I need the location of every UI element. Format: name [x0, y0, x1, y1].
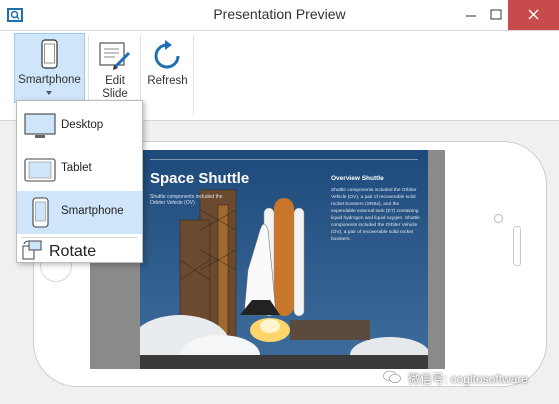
rotate-menu-item[interactable]: Rotate [17, 239, 142, 261]
phone-speaker [513, 226, 521, 266]
slide-title-rule [150, 159, 418, 160]
ribbon-divider [193, 35, 194, 115]
watermark-text: 微信号: cogitosoftware [408, 372, 529, 386]
edit-slide-button[interactable]: Edit Slide [95, 33, 135, 101]
wechat-icon [383, 370, 401, 383]
close-icon [528, 9, 539, 20]
refresh-icon [154, 40, 180, 69]
slide-preview: Space Shuttle Shuttle components include… [140, 150, 428, 369]
menu-divider [21, 237, 137, 238]
menu-item-desktop[interactable]: Desktop [17, 105, 142, 148]
refresh-button[interactable]: Refresh [145, 33, 190, 101]
menu-item-label: Tablet [61, 162, 92, 174]
tablet-icon [24, 158, 56, 182]
slide-title: Space Shuttle [150, 170, 250, 187]
phone-camera [494, 214, 503, 223]
close-button[interactable] [508, 0, 559, 30]
desktop-icon [24, 113, 56, 138]
smartphone-icon [41, 39, 58, 69]
overview-text: Shuttle components included the Orbiter … [331, 188, 420, 242]
edit-slide-label-1: Edit [105, 75, 125, 87]
chevron-down-icon [46, 91, 52, 95]
menu-item-tablet[interactable]: Tablet [17, 148, 142, 191]
minimize-button[interactable] [456, 0, 486, 30]
menu-item-smartphone[interactable]: Smartphone [17, 191, 142, 234]
menu-item-label: Desktop [61, 119, 104, 131]
title-bar: Presentation Preview [0, 0, 559, 31]
device-button-label: Smartphone [18, 74, 81, 86]
rotate-label: Rotate [49, 243, 97, 260]
refresh-label: Refresh [147, 75, 188, 87]
menu-item-label: Smartphone [61, 205, 124, 217]
rotate-icon [22, 240, 42, 260]
overview-title: Overview Shuttle [331, 175, 384, 182]
slide-subtitle: Shuttle components included the Orbiter … [150, 194, 223, 206]
maximize-icon [490, 9, 502, 20]
minimize-icon [466, 15, 476, 17]
screen-right-margin [428, 150, 445, 369]
device-dropdown-menu: Desktop Tablet Smartphone Rotate [16, 100, 143, 263]
smartphone-icon [32, 197, 49, 228]
device-select-button[interactable]: Smartphone [14, 33, 85, 103]
